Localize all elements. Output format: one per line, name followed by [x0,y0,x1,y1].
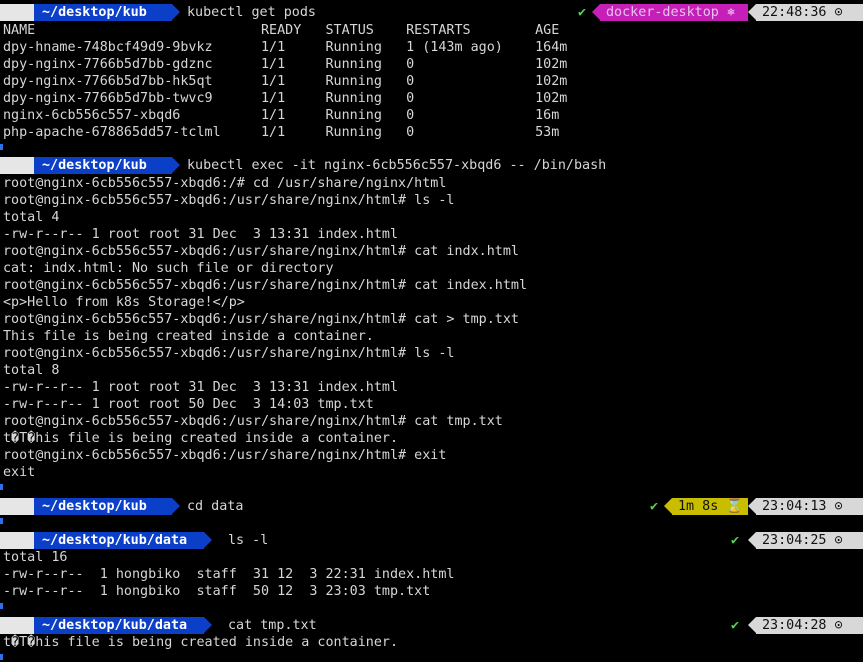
success-check-icon: ✔ [731,533,740,548]
output-line: cat: indx.html: No such file or director… [3,261,334,276]
output-line: root@nginx-6cb556c557-xbqd6:/# cd /usr/s… [3,176,447,191]
output-line: total 4 [3,210,60,225]
output-line: root@nginx-6cb556c557-xbqd6:/usr/share/n… [3,193,455,208]
prompt-marker [0,484,3,490]
prompt-separator [748,4,756,20]
prompt-line: ~/desktop/kub kubectl get pods ✔ docker-… [0,4,863,21]
success-check-icon: ✔ [731,618,740,633]
command-text: cat tmp.txt [228,618,317,633]
prompt-separator [748,498,756,514]
prompt-separator [748,617,756,633]
output-line: root@nginx-6cb556c557-xbqd6:/usr/share/n… [3,448,447,463]
success-check-icon: ✔ [650,499,659,514]
prompt-time: 22:48:36 ⊙ [756,4,863,21]
output-line: NAME READY STATUS RESTARTS AGE [3,23,560,38]
prompt-time: 23:04:13 ⊙ [756,498,863,515]
output-line: t�T�his file is being created inside a c… [3,635,399,650]
success-check-icon: ✔ [578,5,587,20]
output-line: exit [3,465,36,480]
prompt-path: ~/desktop/kub [34,157,172,174]
output-line: dpy-hname-748bcf49d9-9bvkz 1/1 Running 1… [3,40,568,55]
prompt-line: ~/desktop/kub/data cat tmp.txt ✔ 23:04:2… [0,617,863,634]
output-line: -rw-r--r-- 1 hongbiko staff 31 12 3 22:3… [3,567,455,582]
command-text: ls -l [228,533,269,548]
apple-icon [0,617,34,634]
output-line: dpy-nginx-7766b5d7bb-hk5qt 1/1 Running 0… [3,74,568,89]
prompt-separator [592,4,600,20]
prompt-separator [748,532,756,548]
prompt-time: 23:04:25 ⊙ [756,532,863,549]
command-text: kubectl exec -it nginx-6cb556c557-xbqd6 … [187,158,607,173]
terminal-window[interactable]: ~/desktop/kub kubectl get pods ✔ docker-… [0,0,863,662]
command-text: cd data [187,499,244,514]
prompt-separator [664,498,672,514]
output-line: This file is being created inside a cont… [3,329,374,344]
output-line: root@nginx-6cb556c557-xbqd6:/usr/share/n… [3,414,503,429]
prompt-path: ~/desktop/kub/data [34,532,204,549]
prompt-line: ~/desktop/kub kubectl exec -it nginx-6cb… [0,157,863,174]
prompt-marker [0,603,3,609]
apple-icon [0,498,34,515]
output-line: -rw-r--r-- 1 root root 31 Dec 3 13:31 in… [3,380,399,395]
output-line: total 16 [3,550,68,565]
prompt-line: ~/desktop/kub cd data ✔ 1m 8s ⌛ 23:04:13… [0,498,863,515]
prompt-line: ~/desktop/kub/data ls -l ✔ 23:04:25 ⊙ [0,532,863,549]
apple-icon [0,157,34,174]
output-line: dpy-nginx-7766b5d7bb-gdznc 1/1 Running 0… [3,57,568,72]
prompt-separator [172,157,180,173]
output-line: <p>Hello from k8s Storage!</p> [3,295,245,310]
prompt-marker [0,144,3,150]
output-line: root@nginx-6cb556c557-xbqd6:/usr/share/n… [3,312,519,327]
prompt-separator [172,498,180,514]
output-line: root@nginx-6cb556c557-xbqd6:/usr/share/n… [3,278,528,293]
command-duration: 1m 8s ⌛ [672,498,748,515]
prompt-separator [204,617,212,633]
command-text: kubectl get pods [187,5,316,20]
prompt-time: 23:04:28 ⊙ [756,617,863,634]
output-line: php-apache-678865dd57-tclml 1/1 Running … [3,125,560,140]
apple-icon [0,4,34,21]
prompt-separator [172,4,180,20]
output-line: -rw-r--r-- 1 root root 50 Dec 3 14:03 tm… [3,397,374,412]
output-line: root@nginx-6cb556c557-xbqd6:/usr/share/n… [3,346,455,361]
output-line: dpy-nginx-7766b5d7bb-twvc9 1/1 Running 0… [3,91,568,106]
output-line: -rw-r--r-- 1 hongbiko staff 50 12 3 23:0… [3,584,431,599]
output-line: -rw-r--r-- 1 root root 31 Dec 3 13:31 in… [3,227,399,242]
prompt-separator [204,532,212,548]
prompt-path: ~/desktop/kub/data [34,617,204,634]
output-line: t�T�his file is being created inside a c… [3,431,399,446]
prompt-marker [0,518,3,524]
kube-context: docker-desktop ⎈ [600,4,748,21]
output-line: nginx-6cb556c557-xbqd6 1/1 Running 0 16m [3,108,560,123]
prompt-path: ~/desktop/kub [34,4,172,21]
apple-icon [0,532,34,549]
output-line: root@nginx-6cb556c557-xbqd6:/usr/share/n… [3,244,519,259]
prompt-path: ~/desktop/kub [34,498,172,515]
output-line: total 8 [3,363,60,378]
prompt-marker [0,654,3,660]
